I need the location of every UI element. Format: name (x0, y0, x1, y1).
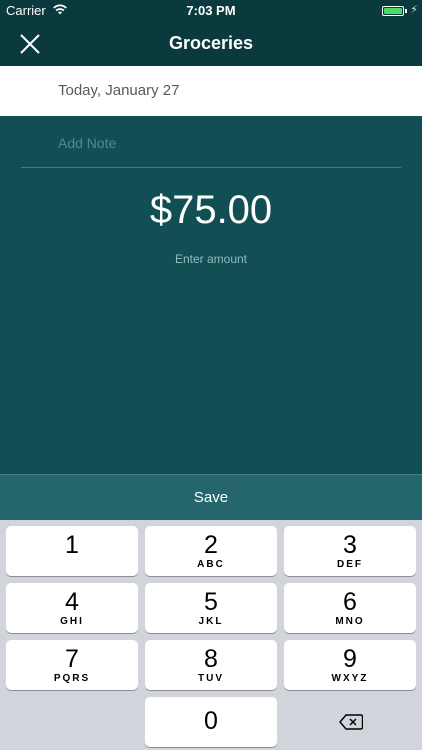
note-divider (21, 167, 401, 168)
main-content: $75.00 Enter amount (0, 116, 422, 474)
key-digit: 0 (204, 707, 218, 735)
key-letters: DEF (337, 559, 363, 570)
charging-icon: ⚡ (410, 4, 418, 16)
numeric-keypad: 1 2 ABC 3 DEF 4 GHI 5 JKL 6 MNO 7 PQRS 8… (0, 520, 422, 750)
key-digit: 6 (343, 588, 357, 616)
key-7[interactable]: 7 PQRS (6, 640, 138, 690)
key-letters: GHI (60, 616, 84, 627)
key-letters: WXYZ (331, 673, 369, 684)
key-3[interactable]: 3 DEF (284, 526, 416, 576)
status-bar: Carrier 7:03 PM ⚡ (0, 0, 422, 22)
key-digit: 2 (204, 531, 218, 559)
key-letters: PQRS (53, 673, 91, 684)
amount-hint: Enter amount (174, 252, 248, 266)
key-digit: 8 (204, 645, 218, 673)
key-digit: 4 (65, 588, 79, 616)
date-label: Today, January 27 (58, 82, 180, 99)
key-digit: 9 (343, 645, 357, 673)
key-digit: 1 (65, 531, 79, 559)
battery-icon (382, 6, 404, 16)
key-0[interactable]: 0 (145, 697, 277, 747)
key-letters: MNO (335, 616, 365, 627)
key-letters: JKL (198, 616, 224, 627)
key-letters: ABC (197, 559, 225, 570)
amount-display: $75.00 (149, 188, 273, 232)
backspace-icon (339, 714, 363, 730)
key-digit: 3 (343, 531, 357, 559)
key-8[interactable]: 8 TUV (145, 640, 277, 690)
note-input[interactable] (58, 132, 398, 154)
key-letters: TUV (198, 673, 224, 684)
page-title: Groceries (168, 33, 254, 53)
key-1[interactable]: 1 (6, 526, 138, 576)
delete-key[interactable] (284, 697, 416, 747)
key-2[interactable]: 2 ABC (145, 526, 277, 576)
key-digit: 5 (204, 588, 218, 616)
save-button[interactable]: Save (0, 474, 422, 520)
key-4[interactable]: 4 GHI (6, 583, 138, 633)
key-9[interactable]: 9 WXYZ (284, 640, 416, 690)
status-time: 7:03 PM (186, 3, 236, 18)
battery-tip (405, 9, 407, 13)
date-selector[interactable]: Today, January 27 (0, 66, 422, 116)
key-6[interactable]: 6 MNO (284, 583, 416, 633)
key-digit: 7 (65, 645, 79, 673)
key-5[interactable]: 5 JKL (145, 583, 277, 633)
nav-bar: Groceries (0, 22, 422, 66)
